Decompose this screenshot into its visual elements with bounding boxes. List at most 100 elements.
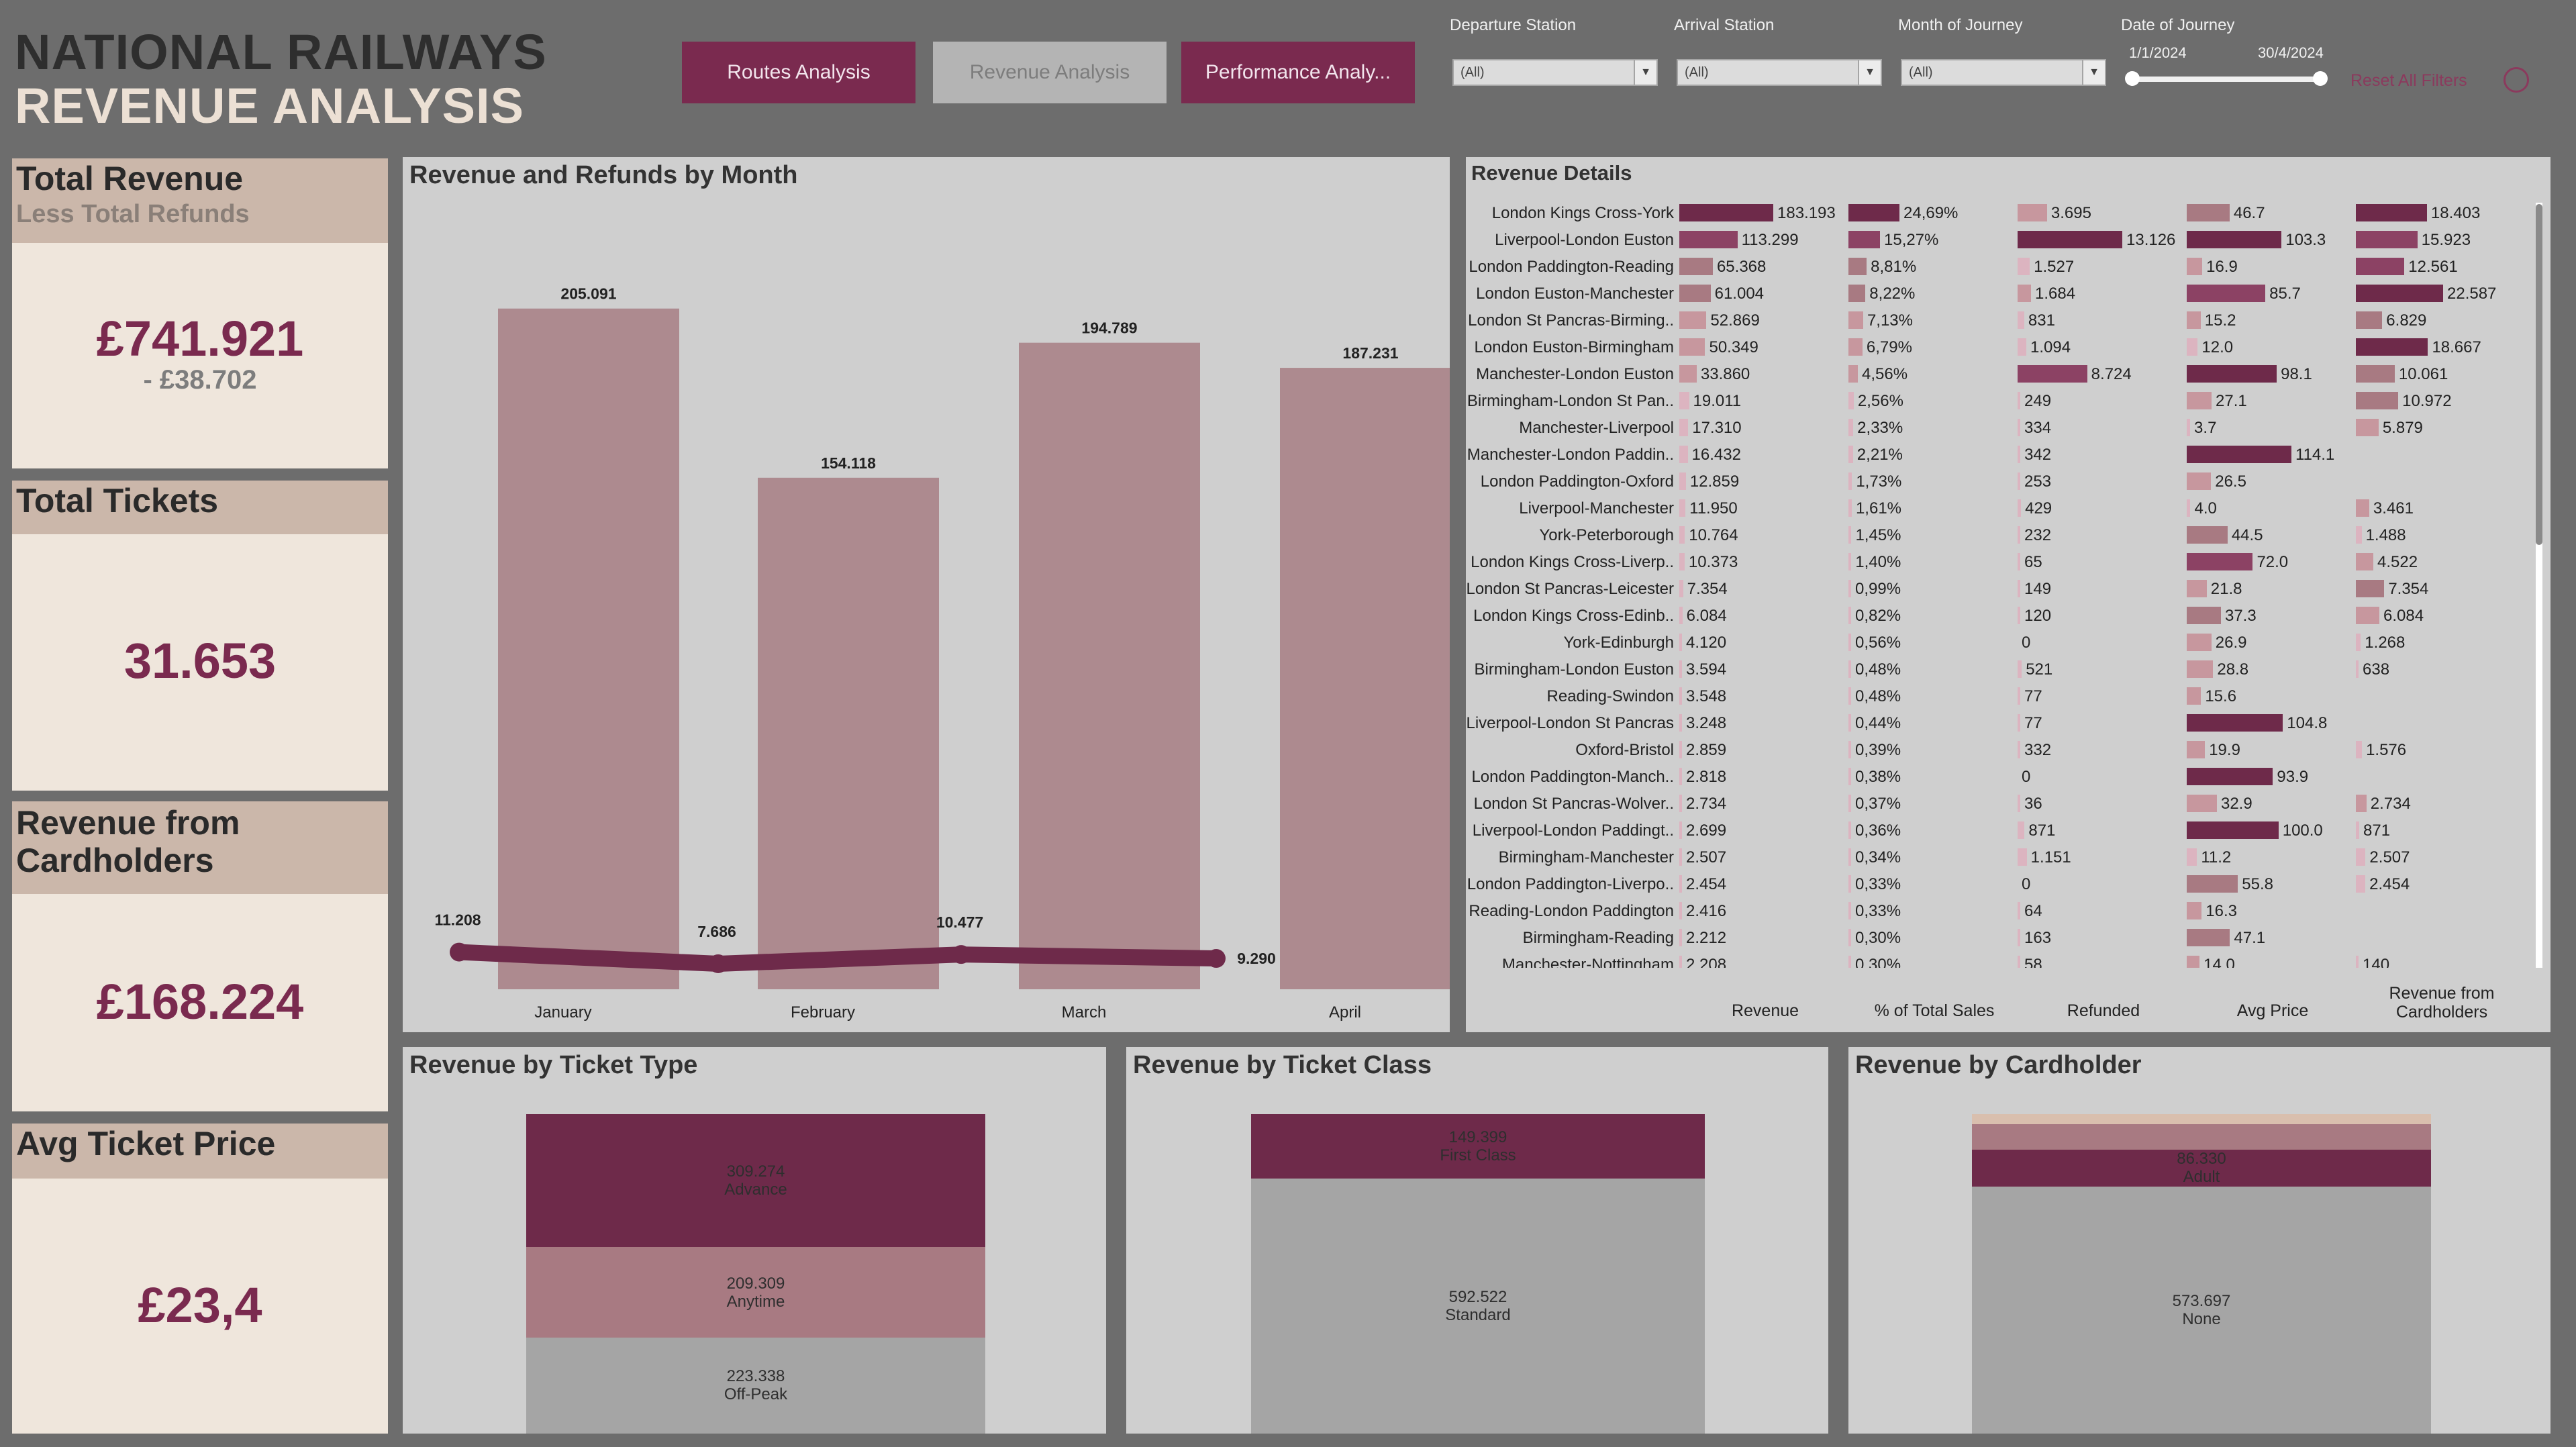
detail-value: 249: [2024, 392, 2052, 410]
route-name[interactable]: Manchester-London Euston: [1466, 365, 1674, 384]
kpi-total-tickets-title: Total Tickets: [16, 482, 219, 519]
nav-performance-analysis-button[interactable]: Performance Analy...: [1181, 42, 1415, 103]
detail-value: 6.829: [2386, 311, 2427, 330]
route-name[interactable]: London Paddington-Liverpo..: [1466, 875, 1674, 894]
detail-bar: [1679, 472, 1686, 490]
stack-segment[interactable]: [1972, 1114, 2431, 1124]
route-name[interactable]: London Kings Cross-Edinb..: [1466, 607, 1674, 626]
detail-value: 0: [2022, 875, 2031, 893]
refunds-point[interactable]: [1207, 949, 1226, 968]
cardholder-title: Revenue by Cardholder: [1855, 1051, 2142, 1079]
route-name[interactable]: Liverpool-London St Pancras: [1466, 714, 1674, 733]
detail-bar: [2187, 741, 2206, 758]
table-column-header[interactable]: Revenue: [1678, 1001, 1852, 1020]
route-name[interactable]: London Kings Cross-York: [1466, 204, 1674, 223]
route-name[interactable]: Birmingham-Reading: [1466, 929, 1674, 948]
table-scroll-thumb[interactable]: [2536, 204, 2542, 545]
detail-value: 2,21%: [1856, 446, 1903, 464]
route-name[interactable]: Birmingham-London Euston: [1466, 660, 1674, 679]
detail-value: 16.3: [2206, 902, 2237, 920]
nav-routes-analysis-button[interactable]: Routes Analysis: [682, 42, 915, 103]
route-name[interactable]: Liverpool-London Euston: [1466, 231, 1674, 250]
stack-segment[interactable]: [1972, 1124, 2431, 1150]
route-name[interactable]: London St Pancras-Wolver..: [1466, 795, 1674, 813]
route-name[interactable]: London Paddington-Reading: [1466, 258, 1674, 277]
detail-bar: [1848, 499, 1852, 517]
route-name[interactable]: Birmingham-Manchester: [1466, 848, 1674, 867]
refunds-point[interactable]: [952, 945, 971, 964]
detail-value: 61.004: [1714, 285, 1765, 303]
reset-all-filters-link[interactable]: Reset All Filters: [2350, 71, 2467, 91]
refunds-point[interactable]: [709, 954, 728, 973]
kpi-avg-price-title: Avg Ticket Price: [16, 1125, 276, 1162]
detail-value: 8.724: [2091, 365, 2132, 383]
detail-bar: [2356, 795, 2367, 812]
detail-value: 12.859: [1689, 472, 1740, 491]
revenue-by-cardholder-panel: Revenue by Cardholder 573.697 None 86.330 A…: [1848, 1047, 2550, 1434]
route-name[interactable]: London Kings Cross-Liverp..: [1466, 553, 1674, 572]
detail-bar: [1679, 687, 1682, 705]
detail-value: 0,44%: [1855, 714, 1901, 732]
kpi-cardholders-value: £168.224: [96, 974, 304, 1030]
route-name[interactable]: Manchester-Liverpool: [1466, 419, 1674, 438]
detail-bar: [2187, 392, 2212, 409]
departure-station-select[interactable]: (All) ▼: [1452, 59, 1658, 86]
revenue-refunds-by-month-panel: Revenue and Refunds by Month 205.091 Janu…: [403, 157, 1450, 1032]
table-column-header[interactable]: Avg Price: [2185, 1001, 2360, 1020]
table-column-header[interactable]: Refunded: [2016, 1001, 2191, 1020]
detail-value: 253: [2024, 472, 2052, 491]
route-name[interactable]: Manchester-Nottingham: [1466, 956, 1674, 968]
route-name[interactable]: London Paddington-Oxford: [1466, 472, 1674, 491]
detail-value: 140: [2363, 956, 2390, 968]
detail-value: 1,45%: [1855, 526, 1901, 544]
detail-bar: [2018, 258, 2030, 275]
detail-bar: [2187, 768, 2273, 785]
date-slider-end-handle[interactable]: [2313, 71, 2328, 86]
route-name[interactable]: Manchester-London Paddin..: [1466, 446, 1674, 464]
kpi-total-tickets-body: 31.653: [12, 534, 388, 791]
route-name[interactable]: London Euston-Birmingham: [1466, 338, 1674, 357]
stack-label: 309.274 Advance: [724, 1162, 787, 1199]
detail-bar: [2018, 687, 2020, 705]
date-range-slider[interactable]: [2129, 77, 2321, 82]
detail-bar: [1848, 553, 1852, 570]
route-name[interactable]: London St Pancras-Leicester: [1466, 580, 1674, 599]
revenue-bar[interactable]: [758, 477, 939, 989]
detail-bar: [2018, 714, 2020, 732]
revenue-bar[interactable]: [1019, 342, 1200, 990]
detail-bar: [2018, 311, 2024, 329]
route-name[interactable]: Reading-Swindon: [1466, 687, 1674, 706]
reset-circle-icon[interactable]: [2504, 67, 2529, 93]
revenue-bar[interactable]: [1280, 368, 1450, 989]
route-name[interactable]: Liverpool-Manchester: [1466, 499, 1674, 518]
month-of-journey-select[interactable]: (All) ▼: [1901, 59, 2106, 86]
route-name[interactable]: London Paddington-Manch..: [1466, 768, 1674, 787]
revenue-bar-label: 187.231: [1342, 344, 1398, 362]
detail-value: 334: [2024, 419, 2052, 437]
table-column-header[interactable]: % of Total Sales: [1847, 1001, 2022, 1020]
route-name[interactable]: Reading-London Paddington: [1466, 902, 1674, 921]
detail-bar: [2187, 634, 2212, 651]
refunds-point[interactable]: [450, 942, 468, 962]
detail-value: 0,39%: [1855, 741, 1901, 759]
detail-bar: [1679, 660, 1682, 678]
route-name[interactable]: York-Peterborough: [1466, 526, 1674, 545]
table-column-header[interactable]: Revenue from Cardholders: [2355, 984, 2529, 1021]
detail-value: 2.734: [2370, 795, 2411, 813]
detail-value: 21.8: [2210, 580, 2242, 598]
route-name[interactable]: Oxford-Bristol: [1466, 741, 1674, 760]
date-slider-start-handle[interactable]: [2125, 71, 2140, 86]
route-name[interactable]: Liverpool-London Paddingt..: [1466, 821, 1674, 840]
route-name[interactable]: York-Edinburgh: [1466, 634, 1674, 652]
revenue-bar[interactable]: [498, 308, 679, 989]
detail-bar: [1679, 607, 1683, 624]
route-name[interactable]: London St Pancras-Birming..: [1466, 311, 1674, 330]
route-name[interactable]: London Euston-Manchester: [1466, 285, 1674, 303]
detail-value: 16.9: [2206, 258, 2238, 276]
detail-value: 104.8: [2287, 714, 2328, 732]
route-name[interactable]: Birmingham-London St Pan..: [1466, 392, 1674, 411]
detail-value: 3.548: [1686, 687, 1727, 705]
arrival-station-select[interactable]: (All) ▼: [1677, 59, 1882, 86]
detail-bar: [2018, 204, 2047, 221]
nav-revenue-analysis-button[interactable]: Revenue Analysis: [933, 42, 1167, 103]
